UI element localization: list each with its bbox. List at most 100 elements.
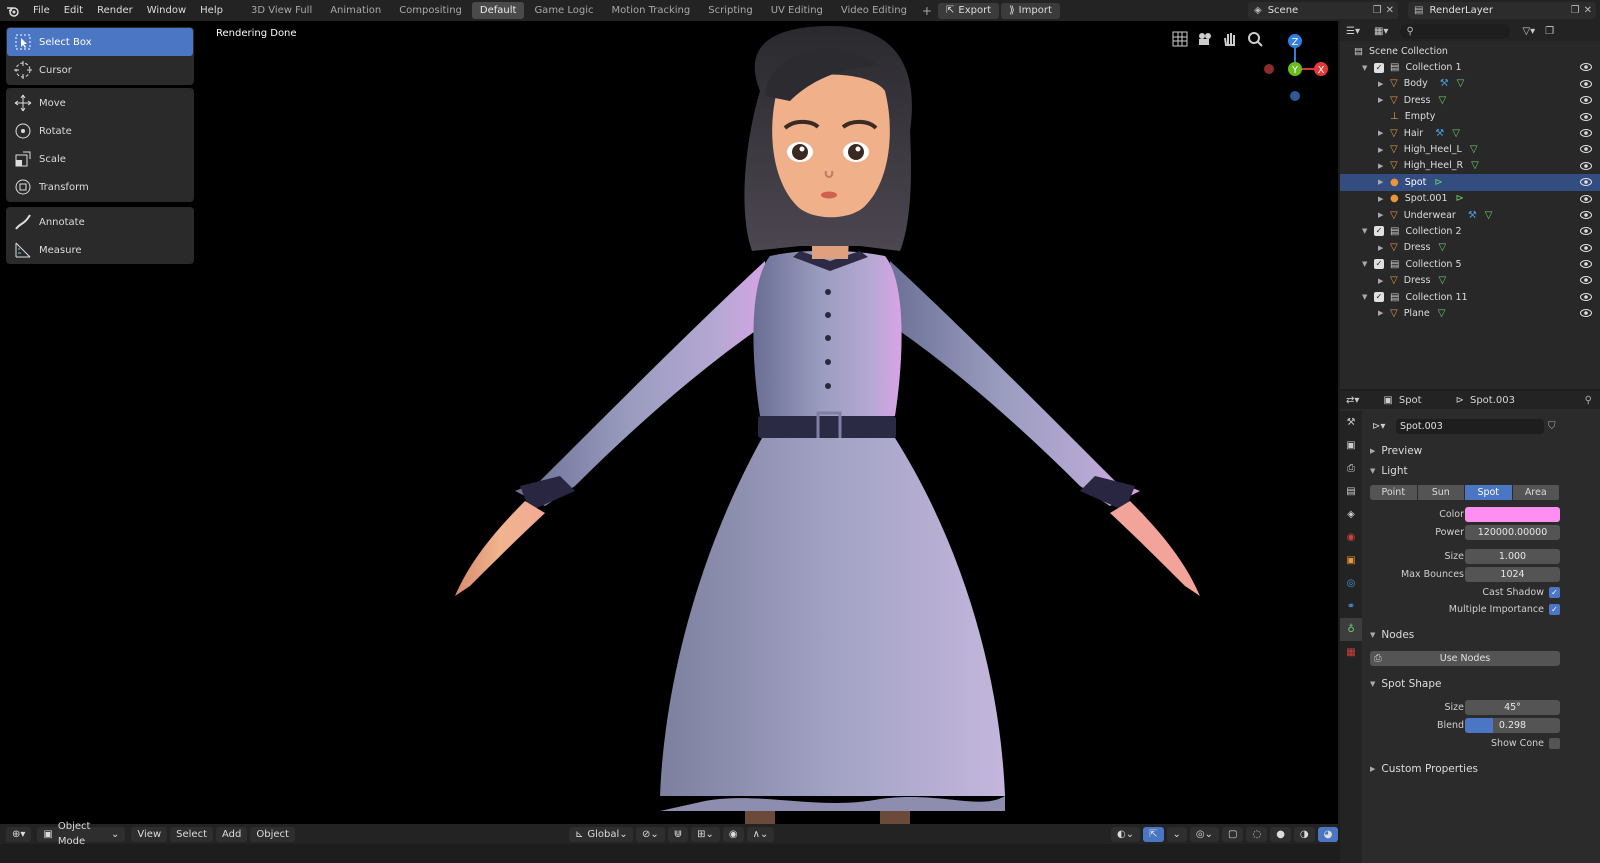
show-cone-checkbox[interactable]: [1549, 737, 1560, 749]
custom-properties-panel-header[interactable]: ▶ Custom Properties: [1364, 760, 1600, 778]
visibility-eye-icon[interactable]: [1580, 144, 1592, 154]
multiple-importance-checkbox[interactable]: ✓: [1549, 603, 1560, 615]
tool-tab-icon[interactable]: ⚒: [1340, 411, 1362, 434]
overlays-toggle[interactable]: ◎⌄: [1189, 826, 1219, 842]
object-mode-dropdown[interactable]: ▣ Object Mode ⌄: [37, 821, 126, 847]
light-type-point[interactable]: Point: [1370, 485, 1417, 500]
shading-material[interactable]: ◑: [1293, 826, 1315, 842]
texture-tab-icon[interactable]: ▦: [1340, 641, 1362, 664]
light-data-icon[interactable]: ⊳: [1434, 177, 1442, 188]
tool-measure[interactable]: Measure: [7, 236, 193, 264]
visibility-eye-icon[interactable]: [1580, 112, 1592, 122]
mesh-data-icon[interactable]: ▽: [1452, 128, 1460, 139]
outliner-row-plane[interactable]: ▶ ▽ Plane ▽: [1340, 305, 1600, 321]
menu-window[interactable]: Window: [140, 0, 193, 21]
mesh-data-icon[interactable]: ▽: [1438, 242, 1446, 253]
expand-arrow-icon[interactable]: ▼: [1362, 293, 1374, 301]
tab-animation[interactable]: Animation: [322, 2, 389, 19]
blender-logo-icon[interactable]: [0, 0, 26, 21]
collapse-arrow-icon[interactable]: ▶: [1378, 178, 1390, 186]
outliner-row-spot[interactable]: ▶ ● Spot ⊳: [1340, 174, 1600, 191]
visibility-eye-icon[interactable]: [1580, 275, 1592, 285]
visibility-eye-icon[interactable]: [1580, 128, 1592, 138]
tool-move[interactable]: Move: [7, 89, 193, 117]
visibility-eye-icon[interactable]: [1580, 210, 1592, 220]
collapse-arrow-icon[interactable]: ▶: [1378, 195, 1390, 203]
outliner-row-dress[interactable]: ▶ ▽ Dress ▽: [1340, 92, 1600, 108]
snap-target-dropdown[interactable]: ⊞⌄: [691, 826, 720, 842]
shading-rendered[interactable]: ◕: [1317, 826, 1339, 842]
object-menu[interactable]: Object: [250, 826, 295, 842]
scene-selector[interactable]: ◈ Scene ❐ ✕: [1248, 2, 1398, 19]
outliner-row-hair[interactable]: ▶ ▽ Hair ⚒ ▽: [1340, 125, 1600, 141]
outliner-row-body[interactable]: ▶ ▽ Body ⚒ ▽: [1340, 76, 1600, 92]
view-menu[interactable]: View: [131, 826, 168, 842]
outliner-row-spot-001[interactable]: ▶ ● Spot.001 ⊳: [1340, 191, 1600, 207]
collapse-arrow-icon[interactable]: ▶: [1378, 244, 1390, 252]
outliner-editor-icon[interactable]: ☰▾: [1346, 26, 1360, 37]
constraints-tab-icon[interactable]: ⚭: [1340, 595, 1362, 618]
tab-3d-view-full[interactable]: 3D View Full: [243, 2, 320, 19]
falloff-dropdown[interactable]: ∧⌄: [746, 826, 775, 842]
cast-shadow-checkbox[interactable]: ✓: [1549, 586, 1560, 598]
modifier-wrench-icon[interactable]: ⚒: [1468, 210, 1477, 221]
new-collection-icon[interactable]: ❐: [1545, 26, 1554, 37]
tab-default[interactable]: Default: [471, 2, 525, 19]
toggle-camera-grid-icon[interactable]: [1170, 29, 1190, 49]
copy-scene-icon[interactable]: ❐: [1373, 5, 1382, 16]
tool-select-box[interactable]: Select Box: [7, 28, 193, 56]
visibility-eye-icon[interactable]: [1580, 161, 1592, 171]
menu-edit[interactable]: Edit: [57, 0, 90, 21]
light-type-sun[interactable]: Sun: [1417, 485, 1464, 500]
collection-checkbox[interactable]: ✓: [1374, 292, 1384, 303]
light-color-swatch[interactable]: [1465, 506, 1560, 522]
shading-wireframe[interactable]: ◌: [1246, 826, 1268, 842]
export-button[interactable]: ⇱ Export: [937, 2, 1000, 19]
visibility-eye-icon[interactable]: [1580, 79, 1592, 89]
spot-size-field[interactable]: 45°: [1465, 699, 1560, 715]
outliner-row-dress[interactable]: ▶ ▽ Dress ▽: [1340, 240, 1600, 256]
collapse-arrow-icon[interactable]: ▶: [1378, 146, 1390, 154]
tool-rotate[interactable]: Rotate: [7, 117, 193, 145]
select-menu[interactable]: Select: [170, 826, 213, 842]
pivot-point-dropdown[interactable]: ⊘⌄: [636, 826, 665, 842]
3d-viewport[interactable]: Rendering Done Select Box Cursor Move Ro…: [0, 21, 1338, 824]
tab-video-editing[interactable]: Video Editing: [833, 2, 915, 19]
collection-checkbox[interactable]: ✓: [1374, 62, 1384, 73]
camera-view-icon[interactable]: [1195, 29, 1215, 49]
mesh-data-icon[interactable]: ▽: [1438, 308, 1446, 319]
display-mode-icon[interactable]: ▦▾: [1374, 26, 1388, 37]
outliner-search-input[interactable]: ⚲: [1400, 23, 1511, 39]
delete-scene-icon[interactable]: ✕: [1386, 5, 1394, 16]
visibility-eye-icon[interactable]: [1580, 259, 1592, 269]
render-tab-icon[interactable]: ▣: [1340, 434, 1362, 457]
tool-annotate[interactable]: Annotate: [7, 208, 193, 236]
proportional-edit-toggle[interactable]: ◉: [722, 826, 744, 842]
collapse-arrow-icon[interactable]: ▶: [1378, 162, 1390, 170]
tab-scripting[interactable]: Scripting: [700, 2, 760, 19]
import-button[interactable]: ⟫ Import: [1001, 2, 1060, 19]
outliner-row-dress[interactable]: ▶ ▽ Dress ▽: [1340, 272, 1600, 288]
tab-game-logic[interactable]: Game Logic: [526, 2, 601, 19]
fake-user-shield-icon[interactable]: ⛉: [1548, 421, 1556, 432]
delete-layer-icon[interactable]: ✕: [1584, 5, 1592, 16]
mesh-data-icon[interactable]: ▽: [1457, 78, 1465, 89]
gizmo-dropdown[interactable]: ⌄: [1166, 826, 1187, 842]
physics-tab-icon[interactable]: ◎: [1340, 572, 1362, 595]
blend-slider[interactable]: 0.298: [1465, 717, 1560, 733]
datablock-name-field[interactable]: Spot.003: [1396, 418, 1544, 434]
visibility-eye-icon[interactable]: [1580, 308, 1592, 318]
collapse-arrow-icon[interactable]: ▶: [1378, 96, 1390, 104]
mesh-data-icon[interactable]: ▽: [1471, 160, 1479, 171]
collapse-arrow-icon[interactable]: ▶: [1378, 309, 1390, 317]
power-field[interactable]: 120000.00000: [1465, 524, 1560, 540]
xray-toggle[interactable]: ▢: [1222, 826, 1244, 842]
properties-editor-icon[interactable]: ⇄▾: [1346, 395, 1359, 406]
tool-transform[interactable]: Transform: [7, 173, 193, 201]
light-panel-header[interactable]: ▼ Light: [1364, 462, 1600, 480]
menu-render[interactable]: Render: [90, 0, 140, 21]
navigation-gizmo[interactable]: Z X Y: [1255, 29, 1335, 114]
visibility-eye-icon[interactable]: [1580, 292, 1592, 302]
modifier-wrench-icon[interactable]: ⚒: [1435, 128, 1444, 139]
mesh-data-icon[interactable]: ▽: [1438, 275, 1446, 286]
